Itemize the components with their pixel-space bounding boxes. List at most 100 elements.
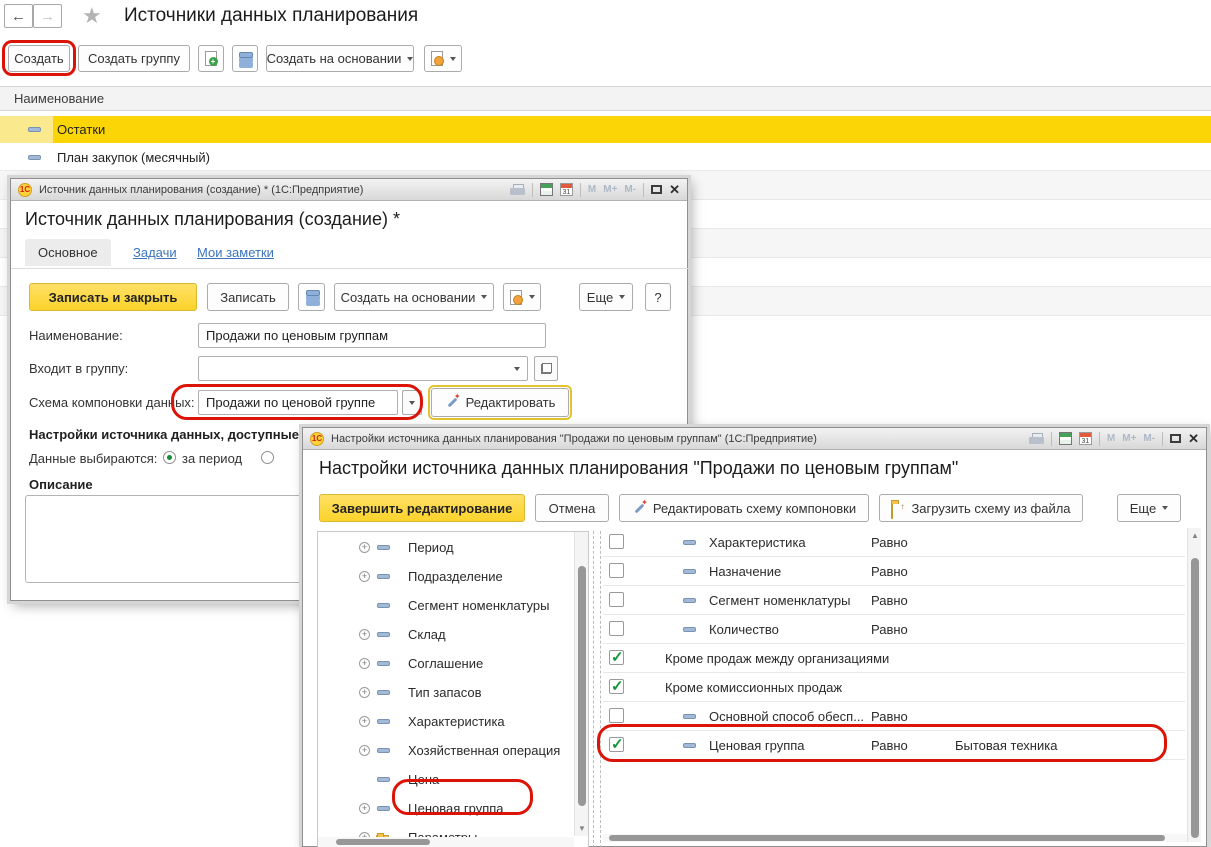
- save-and-close-button[interactable]: Записать и закрыть: [29, 283, 197, 311]
- help-button[interactable]: ?: [645, 283, 671, 311]
- group-open-button[interactable]: [534, 356, 558, 381]
- tab-osnovnoe[interactable]: Основное: [25, 239, 111, 266]
- tab-moi-zametki[interactable]: Мои заметки: [197, 245, 274, 260]
- more-button[interactable]: Еще: [1117, 494, 1181, 522]
- expand-icon[interactable]: [359, 745, 370, 756]
- load-scheme-button[interactable]: Загрузить схему из файла: [879, 494, 1083, 522]
- scroll-up-icon[interactable]: ▲: [1191, 531, 1199, 540]
- print-icon[interactable]: [1029, 433, 1044, 444]
- nav-forward-button[interactable]: →: [33, 4, 62, 28]
- expand-icon[interactable]: [359, 542, 370, 553]
- tree-item-period[interactable]: Период: [318, 533, 588, 562]
- tree-item-cena[interactable]: Цена: [318, 765, 588, 794]
- filters-hscrollbar-thumb[interactable]: [609, 835, 1165, 841]
- scheme-input[interactable]: Продажи по ценовой группе: [198, 390, 398, 415]
- edit-composition-scheme-button[interactable]: Редактировать схему компоновки: [619, 494, 869, 522]
- expand-icon[interactable]: [359, 803, 370, 814]
- expand-icon[interactable]: [359, 629, 370, 640]
- calculator-icon[interactable]: [1059, 432, 1072, 445]
- filters-horizontal-scrollbar[interactable]: [603, 834, 1187, 842]
- dialog2-titlebar[interactable]: 1С Настройки источника данных планирован…: [303, 428, 1206, 450]
- finish-editing-button[interactable]: Завершить редактирование: [319, 494, 525, 522]
- filter-row-krome-prodazh[interactable]: Кроме продаж между организациями: [603, 644, 1185, 673]
- create-button[interactable]: Создать: [8, 45, 70, 72]
- create-based-on-button[interactable]: Создать на основании: [334, 283, 494, 311]
- filter-row-osnovnoj-sposob[interactable]: Основной способ обесп... Равно: [603, 702, 1185, 731]
- list-item-plan-zakupok[interactable]: План закупок (месячный): [0, 143, 1211, 171]
- dialog1-titlebar[interactable]: 1С Источник данных планирования (создани…: [11, 179, 687, 201]
- close-icon[interactable]: ✕: [669, 183, 680, 197]
- tree-scrollbar-thumb[interactable]: [578, 566, 586, 806]
- tree-vertical-scrollbar[interactable]: ▼: [574, 532, 588, 836]
- report-menu-button[interactable]: [503, 283, 541, 311]
- calendar-icon[interactable]: 31: [1079, 432, 1092, 445]
- create-based-on-button[interactable]: Создать на основании: [266, 45, 414, 72]
- chevron-down-icon[interactable]: [514, 367, 520, 371]
- tree-item-podrazdelenie[interactable]: Подразделение: [318, 562, 588, 591]
- memory-m-button[interactable]: M: [1107, 433, 1115, 444]
- filter-row-krome-komissionnyh[interactable]: Кроме комиссионных продаж: [603, 673, 1185, 702]
- tree-item-sklad[interactable]: Склад: [318, 620, 588, 649]
- panel-splitter[interactable]: [593, 531, 594, 847]
- print-icon[interactable]: [510, 184, 525, 195]
- checkbox[interactable]: [609, 621, 624, 636]
- more-button[interactable]: Еще: [579, 283, 633, 311]
- tab-zadachi[interactable]: Задачи: [133, 245, 177, 260]
- scheme-dropdown-button[interactable]: [402, 390, 422, 415]
- memory-m-button[interactable]: M: [588, 184, 596, 195]
- list-item-ostatki[interactable]: Остатки: [0, 116, 1211, 143]
- filter-row-kolichestvo[interactable]: Количество Равно: [603, 615, 1185, 644]
- memory-mminus-button[interactable]: M-: [1143, 433, 1155, 444]
- save-button[interactable]: Записать: [207, 283, 289, 311]
- expand-icon[interactable]: [359, 571, 370, 582]
- memory-mminus-button[interactable]: M-: [624, 184, 636, 195]
- nav-back-button[interactable]: ←: [4, 4, 33, 28]
- tree-item-harakteristika[interactable]: Характеристика: [318, 707, 588, 736]
- panel-splitter[interactable]: [600, 531, 601, 847]
- checkbox[interactable]: [609, 534, 624, 549]
- maximize-icon[interactable]: [651, 185, 662, 194]
- close-icon[interactable]: ✕: [1188, 432, 1199, 446]
- maximize-icon[interactable]: [1170, 434, 1181, 443]
- radio-second[interactable]: [261, 451, 274, 464]
- list-settings-button[interactable]: [298, 283, 325, 311]
- calculator-icon[interactable]: [540, 183, 553, 196]
- report-menu-button[interactable]: [424, 45, 462, 72]
- tree-item-tip-zapasov[interactable]: Тип запасов: [318, 678, 588, 707]
- filter-row-segment[interactable]: Сегмент номенклатуры Равно: [603, 586, 1185, 615]
- calendar-icon[interactable]: 31: [560, 183, 573, 196]
- tree-hscrollbar-thumb[interactable]: [336, 839, 430, 845]
- checkbox[interactable]: [609, 563, 624, 578]
- create-copy-button[interactable]: [198, 45, 224, 72]
- tree-horizontal-scrollbar[interactable]: [318, 837, 574, 847]
- expand-icon[interactable]: [359, 658, 370, 669]
- radio-za-period[interactable]: [163, 451, 176, 464]
- filter-row-naznachenie[interactable]: Назначение Равно: [603, 557, 1185, 586]
- tree-item-cenovaya-gruppa[interactable]: Ценовая группа: [318, 794, 588, 823]
- filter-row-cenovaya-gruppa[interactable]: Ценовая группа Равно Бытовая техника: [603, 731, 1185, 760]
- edit-scheme-button[interactable]: Редактировать: [431, 388, 569, 417]
- tree-item-hoz-operaciya[interactable]: Хозяйственная операция: [318, 736, 588, 765]
- filters-scrollbar-thumb[interactable]: [1191, 558, 1199, 838]
- name-input[interactable]: Продажи по ценовым группам: [198, 323, 546, 348]
- tree-item-soglashenie[interactable]: Соглашение: [318, 649, 588, 678]
- checkbox-checked[interactable]: [609, 679, 624, 694]
- expand-icon[interactable]: [359, 716, 370, 727]
- checkbox[interactable]: [609, 708, 624, 723]
- list-settings-button[interactable]: [232, 45, 258, 72]
- checkbox-checked[interactable]: [609, 737, 624, 752]
- group-combo-input[interactable]: [198, 356, 528, 381]
- tree-item-segment[interactable]: Сегмент номенклатуры: [318, 591, 588, 620]
- scroll-down-icon[interactable]: ▼: [578, 824, 586, 833]
- memory-mplus-button[interactable]: M+: [1122, 433, 1136, 444]
- checkbox-checked[interactable]: [609, 650, 624, 665]
- checkbox[interactable]: [609, 592, 624, 607]
- list-header[interactable]: Наименование: [0, 86, 1211, 111]
- create-group-button[interactable]: Создать группу: [78, 45, 190, 72]
- filters-vertical-scrollbar[interactable]: ▲: [1187, 528, 1201, 842]
- expand-icon[interactable]: [359, 687, 370, 698]
- filter-row-harakteristika[interactable]: Характеристика Равно: [603, 528, 1185, 557]
- favorite-star-icon[interactable]: ★: [82, 4, 102, 28]
- memory-mplus-button[interactable]: M+: [603, 184, 617, 195]
- cancel-button[interactable]: Отмена: [535, 494, 609, 522]
